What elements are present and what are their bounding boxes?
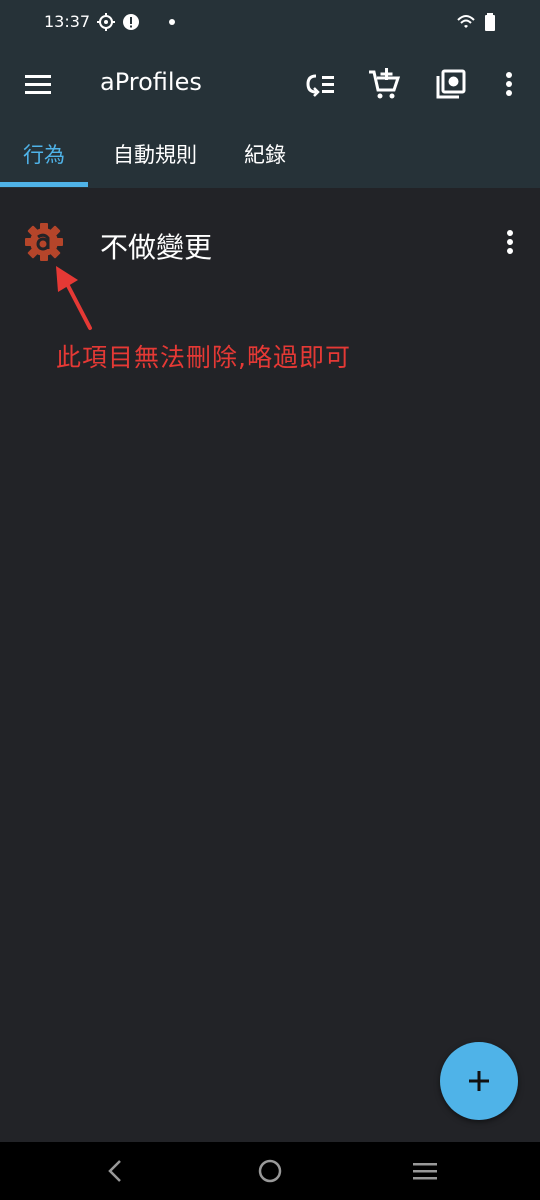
system-nav-bar: [0, 1142, 540, 1200]
back-icon[interactable]: [100, 1156, 130, 1186]
library-icon[interactable]: [432, 66, 468, 102]
dot-icon: [169, 19, 175, 25]
alert-icon: [123, 14, 139, 30]
aprofiles-gear-icon: [25, 223, 63, 261]
tab-bar: 行為 自動規則 紀錄: [0, 122, 540, 188]
settings-gear-icon: [97, 13, 115, 31]
more-vert-icon[interactable]: [491, 66, 527, 102]
status-bar: 13:37: [0, 0, 540, 46]
annotation-text: 此項目無法刪除,略過即可: [56, 343, 351, 372]
menu-icon[interactable]: [20, 66, 56, 102]
wifi-icon: [457, 15, 475, 28]
plus-icon: [469, 1071, 489, 1091]
add-to-cart-icon[interactable]: [366, 66, 402, 102]
battery-icon: [485, 13, 495, 31]
item-label: 不做變更: [100, 231, 213, 264]
annotation-arrow-icon: [56, 266, 92, 330]
reorder-icon[interactable]: [302, 66, 338, 102]
app-bar: aProfiles: [0, 46, 540, 122]
tab-indicator: [0, 182, 88, 187]
home-icon[interactable]: [255, 1156, 285, 1186]
tab-log[interactable]: 紀錄: [228, 122, 302, 188]
recents-icon[interactable]: [410, 1156, 440, 1186]
tab-auto-rules[interactable]: 自動規則: [98, 122, 212, 188]
app-title: aProfiles: [100, 68, 202, 96]
tab-actions[interactable]: 行為: [0, 122, 88, 188]
status-time: 13:37: [44, 12, 91, 31]
item-more-vert-icon[interactable]: [494, 226, 526, 258]
add-fab-button[interactable]: [440, 1042, 518, 1120]
